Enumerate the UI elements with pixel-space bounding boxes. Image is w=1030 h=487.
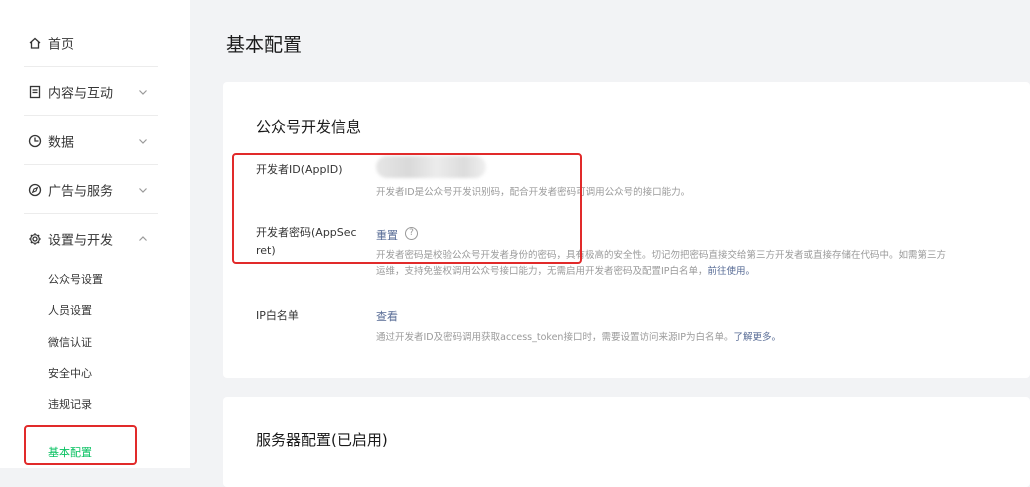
- sidebar-sub-item-security[interactable]: 安全中心: [48, 365, 92, 381]
- chevron-up-icon: [139, 235, 147, 241]
- highlight-box: [24, 425, 137, 465]
- go-use-link[interactable]: 前往使用。: [708, 266, 756, 277]
- sidebar-item-label: 广告与服务: [48, 184, 114, 199]
- sidebar-sub-item-verification[interactable]: 微信认证: [48, 334, 92, 350]
- pie-chart-icon: [28, 134, 42, 147]
- page-title: 基本配置: [226, 34, 303, 56]
- server-config-card: 服务器配置(已启用): [223, 397, 1030, 487]
- sidebar: 首页 内容与互动 数据 广告与服务 设置与开发 公众号设置 人员设置 微信认证 …: [0, 0, 190, 468]
- sidebar-item-label: 首页: [48, 37, 75, 52]
- document-icon: [29, 85, 41, 98]
- sidebar-sub-item-violations[interactable]: 违规记录: [48, 396, 92, 412]
- sidebar-item-ads[interactable]: 广告与服务: [0, 165, 158, 214]
- card-title: 公众号开发信息: [256, 118, 362, 136]
- ip-whitelist-description: 通过开发者ID及密码调用获取access_token接口时，需要设置访问来源IP…: [376, 330, 781, 346]
- view-ip-whitelist-link[interactable]: 查看: [376, 308, 398, 324]
- ip-description-text: 通过开发者ID及密码调用获取access_token接口时，需要设置访问来源IP…: [376, 332, 734, 343]
- chevron-down-icon: [139, 138, 147, 144]
- gear-icon: [29, 232, 41, 245]
- home-icon: [29, 37, 41, 49]
- sidebar-sub-item-people-settings[interactable]: 人员设置: [48, 302, 92, 318]
- sidebar-item-label: 内容与互动: [48, 86, 114, 101]
- learn-more-link[interactable]: 了解更多。: [733, 332, 781, 343]
- highlight-box: [232, 153, 582, 264]
- ip-whitelist-label: IP白名单: [256, 309, 299, 322]
- chevron-down-icon: [139, 187, 147, 193]
- sidebar-item-data[interactable]: 数据: [0, 116, 158, 165]
- sidebar-item-content[interactable]: 内容与互动: [0, 67, 158, 116]
- sidebar-item-home[interactable]: 首页: [0, 18, 158, 67]
- compass-icon: [28, 183, 42, 196]
- sidebar-sub-item-account-settings[interactable]: 公众号设置: [48, 271, 103, 287]
- sidebar-item-settings[interactable]: 设置与开发: [0, 214, 158, 263]
- sidebar-item-label: 数据: [48, 135, 75, 150]
- secret-description-line2: 运维，支持免鉴权调用公众号接口能力，无需启用开发者密码及配置IP白名单，前往使用…: [376, 264, 946, 280]
- chevron-down-icon: [139, 89, 147, 95]
- card-title: 服务器配置(已启用): [256, 431, 388, 449]
- secret-description-text: 运维，支持免鉴权调用公众号接口能力，无需启用开发者密码及配置IP白名单，: [376, 266, 708, 277]
- sidebar-item-label: 设置与开发: [48, 233, 114, 248]
